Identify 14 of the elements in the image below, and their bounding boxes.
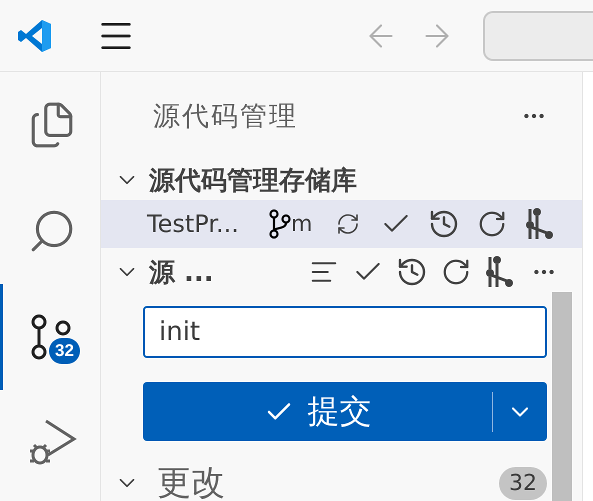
commit-message-field[interactable]: init (143, 306, 547, 358)
sidebar-title: 源代码管理 (153, 100, 298, 134)
logo-icon (18, 18, 52, 52)
section-title: 源代码管理存储库 (149, 164, 357, 198)
branch-icon (269, 209, 291, 239)
branch-name: m (291, 212, 312, 236)
count-badge: 32 (499, 466, 547, 500)
changes-title: 更改 (157, 462, 225, 501)
activity-bar-item[interactable]: 32 (0, 284, 100, 390)
section-title: 源 ... (149, 256, 214, 290)
count-badge: 32 (49, 338, 80, 364)
scrollbar[interactable] (552, 292, 572, 501)
repository-name: TestPr... (146, 210, 240, 238)
repository-row[interactable]: TestPr... m (101, 200, 582, 248)
